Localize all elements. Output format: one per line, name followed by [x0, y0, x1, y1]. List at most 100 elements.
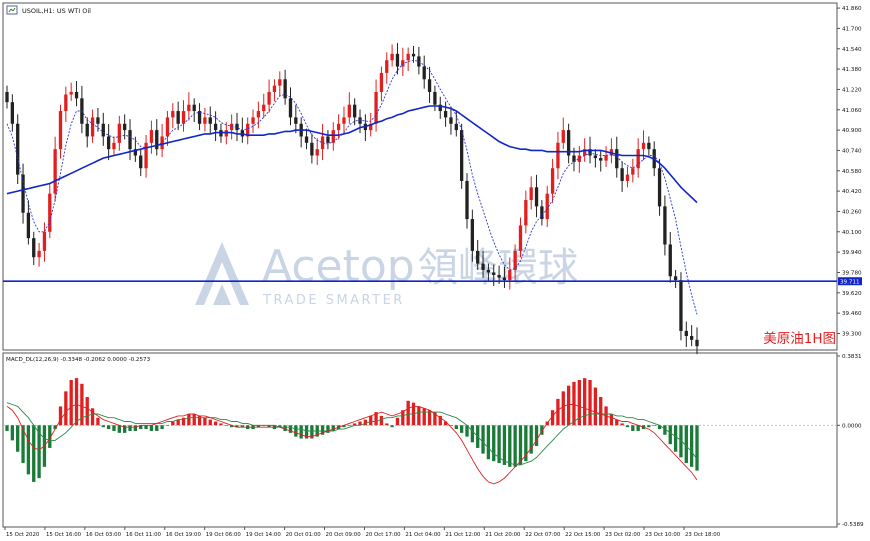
candle-body — [561, 130, 565, 143]
candle-body — [42, 231, 47, 251]
candle-body — [208, 117, 212, 124]
candle-body — [192, 104, 196, 112]
macd-bar — [32, 425, 36, 482]
candle-body — [679, 280, 683, 331]
candle-body — [123, 123, 127, 131]
macd-bar — [593, 387, 598, 426]
price-tick-label: 41.380 — [842, 67, 862, 73]
price-tick-label: 41.860 — [842, 6, 862, 12]
candle-body — [465, 180, 469, 220]
candle-body — [32, 238, 36, 258]
time-tick-label: 20 Oct 09:00 — [326, 532, 362, 538]
candle-body — [459, 130, 464, 181]
candle-body — [427, 79, 432, 92]
time-tick-label: 19 Oct 14:00 — [246, 532, 282, 538]
candle-body — [534, 187, 539, 207]
macd-bar — [213, 421, 218, 426]
candle-body — [449, 117, 453, 124]
candle — [679, 272, 683, 341]
candle-body — [358, 117, 362, 124]
macd-bar — [187, 413, 191, 426]
candle-body — [497, 275, 501, 278]
time-tick-label: 23 Oct 10:00 — [645, 532, 681, 538]
macd-bar — [481, 425, 485, 454]
candle-body — [620, 168, 624, 181]
macd-bar — [283, 425, 287, 431]
macd-tick-label: 0.3831 — [842, 354, 862, 360]
candle-body — [454, 123, 458, 131]
candle-body — [139, 155, 143, 169]
time-tick-label: 21 Oct 04:00 — [405, 532, 441, 538]
candle-body — [401, 60, 405, 67]
candle-body — [310, 142, 314, 156]
candle-body — [294, 117, 298, 124]
time-tick-label: 20 Oct 17:00 — [365, 532, 401, 538]
macd-bar — [5, 425, 9, 431]
time-tick-label: 21 Oct 20:00 — [485, 532, 521, 538]
candle-body — [390, 53, 394, 61]
candle-body — [379, 72, 384, 92]
macd-bar — [417, 406, 421, 426]
candle-body — [641, 142, 646, 150]
macd-bar — [165, 425, 170, 426]
macd-bar — [422, 408, 426, 426]
macd-bar — [583, 378, 587, 426]
candle-body — [433, 91, 437, 105]
macd-bar — [363, 419, 368, 426]
chart-canvas: USOIL,H1: US WTI Oil MACD_DL(12,26,9) -0… — [0, 0, 870, 541]
macd-bar — [647, 425, 651, 428]
current-price-label: 39.711 — [840, 280, 860, 286]
macd-bar — [112, 425, 116, 431]
watermark-brand-cn: 領峰環球 — [418, 245, 578, 291]
macd-bar — [160, 425, 164, 430]
candle-body — [181, 111, 186, 124]
time-tick-label: 23 Oct 18:00 — [685, 532, 721, 538]
macd-bar — [117, 425, 121, 433]
candle-body — [288, 98, 293, 118]
macd-bar — [208, 419, 212, 426]
time-tick-label: 15 Oct 2020 — [6, 532, 40, 538]
candle-body — [251, 117, 255, 124]
watermark-brand-latin: Acetop — [262, 241, 415, 292]
price-tick-label: 40.260 — [842, 209, 862, 215]
macd-bar — [369, 415, 373, 426]
candle-body — [336, 123, 341, 131]
macd-bar — [572, 381, 576, 426]
candle-body — [657, 168, 662, 207]
candle-body — [96, 117, 100, 124]
candle-body — [550, 168, 555, 194]
candle-body — [106, 136, 111, 150]
time-tick-label: 16 Oct 19:00 — [166, 532, 202, 538]
macd-bar — [10, 425, 15, 441]
macd-bar — [668, 425, 672, 445]
macd-bar — [192, 413, 196, 426]
candle-body — [599, 158, 603, 161]
time-tick-label: 19 Oct 06:00 — [206, 532, 242, 538]
candle-body — [90, 117, 95, 137]
price-tick-label: 41.700 — [842, 26, 862, 32]
time-tick-label: 22 Oct 15:00 — [565, 532, 601, 538]
macd-bar — [299, 425, 303, 439]
macd-bar — [459, 425, 464, 433]
candle-body — [117, 123, 121, 143]
candle-body — [625, 174, 630, 181]
candle-body — [69, 91, 73, 95]
candle-body — [203, 117, 207, 124]
candle-body — [160, 136, 164, 150]
candle-body — [347, 104, 351, 118]
candle-body — [315, 149, 319, 156]
candle-body — [529, 187, 533, 201]
price-tick-label: 41.220 — [842, 87, 862, 93]
macd-bar — [395, 417, 400, 426]
macd-bar — [106, 425, 111, 430]
candle-body — [342, 117, 346, 124]
macd-tick-label: 0.0000 — [842, 423, 862, 429]
time-tick-label: 21 Oct 12:00 — [445, 532, 481, 538]
price-tick-label: 41.540 — [842, 47, 862, 53]
candle-body — [128, 130, 132, 150]
candle-body — [5, 91, 9, 103]
macd-bar — [695, 425, 699, 471]
candle-body — [171, 111, 175, 118]
macd-bar — [470, 425, 475, 443]
candle-body — [411, 53, 416, 57]
